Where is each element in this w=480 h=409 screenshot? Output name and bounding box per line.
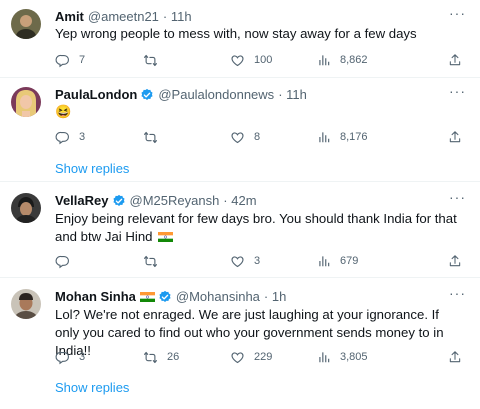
- author-name[interactable]: VellaRey: [55, 193, 109, 208]
- share-button[interactable]: [448, 128, 462, 146]
- tweet-text: Yep wrong people to mess with, now stay …: [55, 26, 417, 41]
- tweet-header: Amit @ameetn21 · 11h: [55, 9, 192, 24]
- timestamp[interactable]: · 1h: [264, 289, 286, 304]
- avatar[interactable]: [11, 193, 41, 223]
- like-icon: [230, 350, 245, 365]
- reply-icon: [55, 254, 70, 269]
- views-icon: [317, 350, 331, 364]
- reply-button[interactable]: [55, 252, 79, 270]
- views-icon: [317, 53, 331, 67]
- timestamp[interactable]: · 42m: [223, 193, 256, 208]
- like-button[interactable]: 3: [230, 252, 260, 270]
- view-count: 3,805: [340, 351, 368, 363]
- author-handle[interactable]: @ameetn21: [88, 9, 159, 24]
- like-count: 229: [254, 351, 273, 363]
- retweet-button[interactable]: 26: [143, 348, 179, 366]
- more-icon[interactable]: ···: [449, 83, 466, 99]
- reply-count: 7: [79, 54, 86, 66]
- like-button[interactable]: 100: [230, 51, 272, 69]
- timestamp[interactable]: · 11h: [163, 9, 192, 24]
- view-count: 8,176: [340, 131, 368, 143]
- tweet-amit[interactable]: Amit @ameetn21 · 11h ··· Yep wrong peopl…: [0, 0, 480, 78]
- timestamp[interactable]: · 11h: [278, 87, 307, 102]
- avatar[interactable]: [11, 9, 41, 39]
- retweet-button[interactable]: [143, 51, 167, 69]
- author-name[interactable]: Mohan Sinha: [55, 289, 136, 304]
- views-icon: [317, 254, 331, 268]
- like-count: 8: [254, 131, 261, 143]
- share-button[interactable]: [448, 51, 462, 69]
- show-replies-link[interactable]: Show replies: [55, 161, 129, 176]
- share-button[interactable]: [448, 252, 462, 270]
- avatar[interactable]: [11, 87, 41, 117]
- tweet-header: Mohan Sinha @Mohansinha · 1h: [55, 289, 286, 304]
- india-flag-icon: [140, 292, 155, 302]
- author-name[interactable]: PaulaLondon: [55, 87, 137, 102]
- view-count: 679: [340, 255, 359, 267]
- reply-button[interactable]: 3: [55, 128, 85, 146]
- tweet-actions: 3 26 229 3,805: [55, 348, 465, 366]
- like-button[interactable]: 229: [230, 348, 272, 366]
- reply-button[interactable]: 3: [55, 348, 85, 366]
- verified-badge-icon: [112, 194, 126, 208]
- retweet-icon: [143, 130, 158, 145]
- verified-badge-icon: [140, 88, 154, 102]
- reply-count: 3: [79, 131, 86, 143]
- tweet-actions: 7 100 8,862: [55, 51, 465, 69]
- views-button[interactable]: 3,805: [317, 348, 368, 366]
- share-icon: [448, 53, 462, 67]
- view-count: 8,862: [340, 54, 368, 66]
- tweet-text-block: Enjoy being relevant for few days bro. Y…: [55, 210, 465, 246]
- tweet-actions: 3 8 8,176: [55, 128, 465, 146]
- reply-count: 3: [79, 351, 86, 363]
- tweet-header: PaulaLondon @Paulalondonnews · 11h: [55, 87, 307, 102]
- tweet-mohansinha[interactable]: Mohan Sinha @Mohansinha · 1h ··· Lol? We…: [0, 278, 480, 409]
- more-icon[interactable]: ···: [449, 285, 466, 301]
- author-name[interactable]: Amit: [55, 9, 84, 24]
- retweet-icon: [143, 53, 158, 68]
- tweet-text: Enjoy being relevant for few days bro. Y…: [55, 211, 457, 244]
- like-button[interactable]: 8: [230, 128, 260, 146]
- views-button[interactable]: 8,176: [317, 128, 368, 146]
- views-button[interactable]: 679: [317, 252, 358, 270]
- verified-badge-icon: [158, 290, 172, 304]
- retweet-icon: [143, 350, 158, 365]
- share-button[interactable]: [448, 348, 462, 366]
- like-icon: [230, 254, 245, 269]
- reply-icon: [55, 53, 70, 68]
- show-replies-link[interactable]: Show replies: [55, 380, 129, 395]
- views-icon: [317, 130, 331, 144]
- tweet-actions: 3 679: [55, 252, 465, 270]
- reply-icon: [55, 130, 70, 145]
- share-icon: [448, 130, 462, 144]
- more-icon[interactable]: ···: [449, 189, 466, 205]
- retweet-button[interactable]: [143, 252, 167, 270]
- retweet-icon: [143, 254, 158, 269]
- like-count: 100: [254, 54, 273, 66]
- india-flag-icon: [158, 232, 173, 242]
- author-handle[interactable]: @Paulalondonnews: [158, 87, 274, 102]
- views-button[interactable]: 8,862: [317, 51, 368, 69]
- like-count: 3: [254, 255, 261, 267]
- tweet-paulalondon[interactable]: PaulaLondon @Paulalondonnews · 11h ··· 😆…: [0, 78, 480, 182]
- like-icon: [230, 53, 245, 68]
- more-icon[interactable]: ···: [449, 5, 466, 21]
- reply-icon: [55, 350, 70, 365]
- tweet-header: VellaRey @M25Reyansh · 42m: [55, 193, 257, 208]
- reply-button[interactable]: 7: [55, 51, 85, 69]
- like-icon: [230, 130, 245, 145]
- share-icon: [448, 254, 462, 268]
- retweet-button[interactable]: [143, 128, 167, 146]
- avatar[interactable]: [11, 289, 41, 319]
- tweet-text: 😆: [55, 104, 72, 119]
- author-handle[interactable]: @M25Reyansh: [130, 193, 220, 208]
- author-handle[interactable]: @Mohansinha: [176, 289, 260, 304]
- share-icon: [448, 350, 462, 364]
- tweet-vellarey[interactable]: VellaRey @M25Reyansh · 42m ··· Enjoy bei…: [0, 182, 480, 278]
- retweet-count: 26: [167, 351, 180, 363]
